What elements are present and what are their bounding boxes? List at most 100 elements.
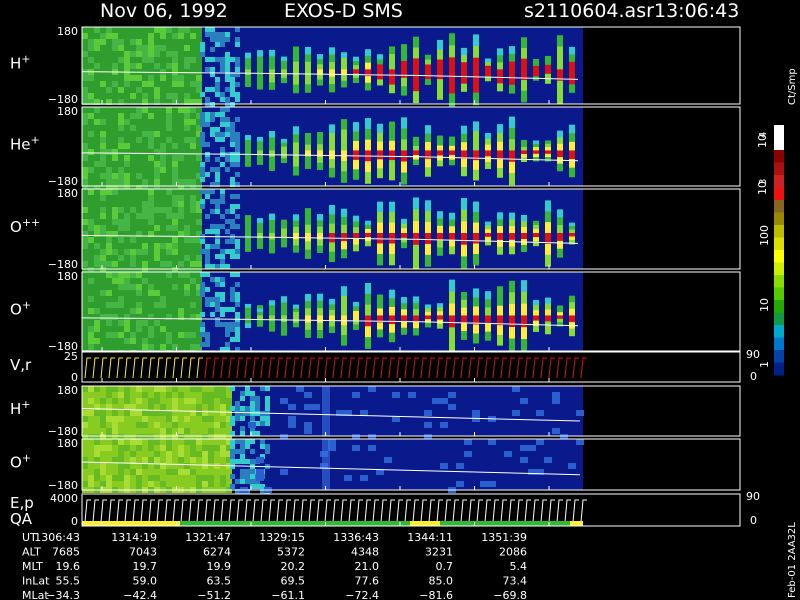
heat-cell [205,229,210,234]
panel-Hp2 [81,386,584,440]
spike-cell [401,297,407,305]
heat-cell [200,282,205,287]
spike-cell [449,303,455,317]
spike-cell [389,201,395,214]
heat-cell [88,243,94,249]
heat-cell [230,406,235,411]
spike-cell [269,226,275,234]
heat-cell [130,320,136,326]
heat-cell [148,167,154,173]
heat-cell [230,449,235,454]
heat-cell [200,327,205,332]
heat-cell [130,272,136,278]
heat-cell [172,398,178,404]
right-tick-top: 90 [746,490,760,503]
heat-cell [190,404,196,410]
heat-cell [432,398,440,404]
spike-cell [473,253,479,266]
heat-cell [240,396,245,401]
heat-cell [142,207,148,213]
heat-cell [160,243,166,249]
heat-cell [130,416,136,422]
heat-cell [230,444,235,449]
heat-cell [148,237,154,243]
heat-cell [172,469,178,475]
heat-cell [88,39,94,45]
heat-cell [130,469,136,475]
heat-cell [184,422,190,428]
heat-cell [136,195,142,201]
heat-cell [178,392,184,398]
row-label-mlt: MLT [22,560,43,573]
heat-cell [106,51,112,57]
spike-cell [521,227,527,234]
spike-cell [509,84,515,94]
heat-cell [190,131,196,137]
spike-cell [485,307,491,317]
heat-cell [88,225,94,231]
heat-cell [360,475,368,481]
heat-cell [196,463,202,469]
heat-cell [235,322,240,327]
spike-cell [269,130,275,139]
heat-cell [190,107,196,113]
heat-cell [148,410,154,416]
heat-cell [154,27,160,33]
heat-cell [112,457,118,463]
heat-cell [82,278,88,284]
spike-cell [329,141,335,152]
heat-cell [220,37,225,42]
spike-cell [341,216,347,226]
spike-cell [329,47,335,56]
spike-cell [305,249,311,259]
spike-cell [413,197,419,211]
heat-cell [106,237,112,243]
heat-cell [200,142,205,147]
heat-cell [136,481,142,487]
y-tick-top: 180 [57,187,78,200]
heat-cell [230,177,235,182]
heat-cell [230,219,235,224]
spike-cell [257,242,263,249]
heat-cell [94,386,100,392]
heat-cell [200,117,205,122]
heat-cell [184,278,190,284]
heat-cell [160,201,166,207]
heat-cell [352,392,360,398]
heat-cell [200,177,205,182]
cell-ut: 1321:47 [185,531,231,544]
heat-cell [88,463,94,469]
heat-cell [166,167,172,173]
heat-cell [118,189,124,195]
heat-cell [142,255,148,261]
heat-cell [136,237,142,243]
spike-cell [317,315,323,324]
heat-cell [184,179,190,185]
heat-cell [100,326,106,332]
heat-cell [112,249,118,255]
heat-cell [160,155,166,161]
heat-cell [100,75,106,81]
heat-cell [118,81,124,87]
heat-cell [136,219,142,225]
heat-cell [118,119,124,125]
spike-cell [245,323,251,328]
heat-cell [215,157,220,162]
heat-cell [215,42,220,47]
heat-cell [225,52,230,57]
heat-cell [124,131,130,137]
heat-cell [172,125,178,131]
heat-cell [220,322,225,327]
heat-cell [94,107,100,113]
heat-cell [220,445,226,451]
heat-cell [112,75,118,81]
heat-cell [88,219,94,225]
heat-cell [124,445,130,451]
heat-cell [220,137,225,142]
heat-cell [424,410,432,416]
heat-cell [225,87,230,92]
heat-cell [190,137,196,143]
heat-cell [172,161,178,167]
colorbar-step [774,225,784,238]
heat-cell [440,422,448,428]
